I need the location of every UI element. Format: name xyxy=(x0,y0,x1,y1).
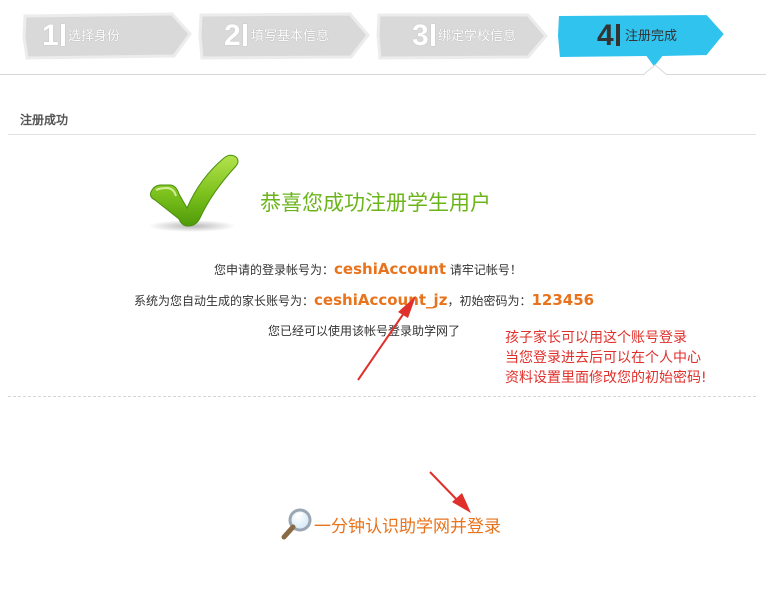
step-2-number: 2 xyxy=(224,19,241,52)
account-line-suffix: 请牢记帐号！ xyxy=(446,263,522,277)
step-3: 3 绑定学校信息 xyxy=(376,12,548,60)
step-1-number: 1 xyxy=(42,19,59,52)
login-account-value: ceshiAccount xyxy=(334,260,447,278)
step-1-separator xyxy=(61,24,65,46)
step-4-number: 4 xyxy=(597,19,614,52)
annotation-line: 资料设置里面修改您的初始密码! xyxy=(505,370,707,386)
step-4-background xyxy=(555,12,727,70)
parent-login-annotation: 孩子家长可以用这个账号登录 当您登录进去后可以在个人中心 资料设置里面修改您的初… xyxy=(505,328,707,388)
section-title: 注册成功 xyxy=(20,113,69,127)
arrow-to-intro-link xyxy=(429,471,461,504)
step-3-number: 3 xyxy=(412,19,429,52)
step-4-label: 注册完成 xyxy=(625,29,678,44)
annotation-line: 孩子家长可以用这个账号登录 xyxy=(505,330,687,346)
intro-and-login-link[interactable]: 一分钟认识助学网并登录 xyxy=(280,507,501,541)
checkmark-icon xyxy=(148,154,239,232)
step-4: 4 注册完成 xyxy=(555,12,727,70)
step-1-label: 选择身份 xyxy=(68,29,121,44)
parent-line-prefix: 系统为您自动生成的家长账号为： xyxy=(134,294,315,308)
step-2-separator xyxy=(243,24,247,46)
intro-link-label: 一分钟认识助学网并登录 xyxy=(314,516,501,537)
account-line: 您申请的登录帐号为：ceshiAccount 请牢记帐号！ xyxy=(214,259,522,280)
parent-account-value: ceshiAccount_jz xyxy=(314,291,448,309)
parent-account-line: 系统为您自动生成的家长账号为：ceshiAccount_jz，初始密码为：123… xyxy=(134,290,594,311)
content-divider xyxy=(8,396,756,397)
initial-password-value: 123456 xyxy=(531,291,595,309)
magnifier-icon xyxy=(281,508,312,540)
step-2: 2 填写基本信息 xyxy=(198,12,370,60)
account-line-prefix: 您申请的登录帐号为： xyxy=(214,263,335,277)
annotation-line: 当您登录进去后可以在个人中心 xyxy=(505,350,701,366)
ready-line: 您已经可以使用该帐号登录助学网了 xyxy=(268,324,461,338)
success-heading: 恭喜您成功注册学生用户 xyxy=(260,191,491,215)
step-3-separator xyxy=(431,24,435,46)
step-progress-bar: 1 选择身份 2 填写基本信息 3 绑定学校信息 4 注册完成 xyxy=(0,0,766,76)
step-4-separator xyxy=(616,24,620,46)
parent-line-mid: ，初始密码为： xyxy=(447,294,532,308)
step-1: 1 选择身份 xyxy=(22,12,192,60)
section-divider xyxy=(8,134,756,135)
active-step-notch xyxy=(643,64,667,76)
step-3-label: 绑定学校信息 xyxy=(438,29,517,44)
step-2-label: 填写基本信息 xyxy=(251,29,330,44)
